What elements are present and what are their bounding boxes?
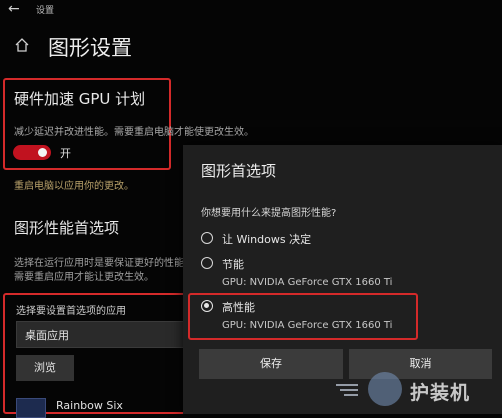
app-type-select[interactable]: 桌面应用 xyxy=(16,321,194,348)
option-label-power-saving[interactable]: 节能 xyxy=(222,256,244,272)
choose-app-label: 选择要设置首选项的应用 xyxy=(16,306,126,317)
power-saving-gpu: GPU: NVIDIA GeForce GTX 1660 Ti xyxy=(222,277,393,288)
restart-note: 重启电脑以应用你的更改。 xyxy=(14,181,134,192)
radio-let-windows-decide[interactable] xyxy=(201,232,213,244)
graphics-performance-desc-2: 需要重启应用才能让更改生效。 xyxy=(14,272,154,283)
app-name[interactable]: Rainbow Six xyxy=(56,399,123,412)
option-label-let-windows-decide[interactable]: 让 Windows 决定 xyxy=(222,231,311,247)
watermark-logo-icon xyxy=(368,372,402,406)
high-performance-gpu: GPU: NVIDIA GeForce GTX 1660 Ti xyxy=(222,320,393,331)
radio-power-saving[interactable] xyxy=(201,257,213,269)
hardware-gpu-toggle[interactable] xyxy=(13,145,51,160)
watermark-lines-icon xyxy=(336,384,358,396)
watermark-text: 护装机 xyxy=(410,382,471,404)
dialog-title: 图形首选项 xyxy=(201,162,277,180)
toggle-state-label: 开 xyxy=(60,147,71,160)
app-icon xyxy=(16,398,46,418)
graphics-performance-title: 图形性能首选项 xyxy=(14,219,120,237)
cancel-button[interactable]: 取消 xyxy=(349,349,492,379)
hardware-gpu-title: 硬件加速 GPU 计划 xyxy=(14,90,146,108)
browse-button[interactable]: 浏览 xyxy=(16,355,74,381)
hardware-gpu-description: 减少延迟并改进性能。需要重启电脑才能使更改生效。 xyxy=(14,127,254,138)
save-button[interactable]: 保存 xyxy=(199,349,343,379)
radio-high-performance[interactable] xyxy=(201,300,213,312)
dialog-question: 你想要用什么来提高图形性能? xyxy=(201,208,337,219)
title-bar: ← 设置 xyxy=(0,0,502,22)
toggle-knob xyxy=(38,148,47,157)
page-title: 图形设置 xyxy=(48,36,132,60)
back-arrow-icon[interactable]: ← xyxy=(8,1,20,17)
home-icon[interactable] xyxy=(14,37,30,53)
window-title: 设置 xyxy=(36,6,55,16)
option-label-high-performance[interactable]: 高性能 xyxy=(222,299,255,315)
